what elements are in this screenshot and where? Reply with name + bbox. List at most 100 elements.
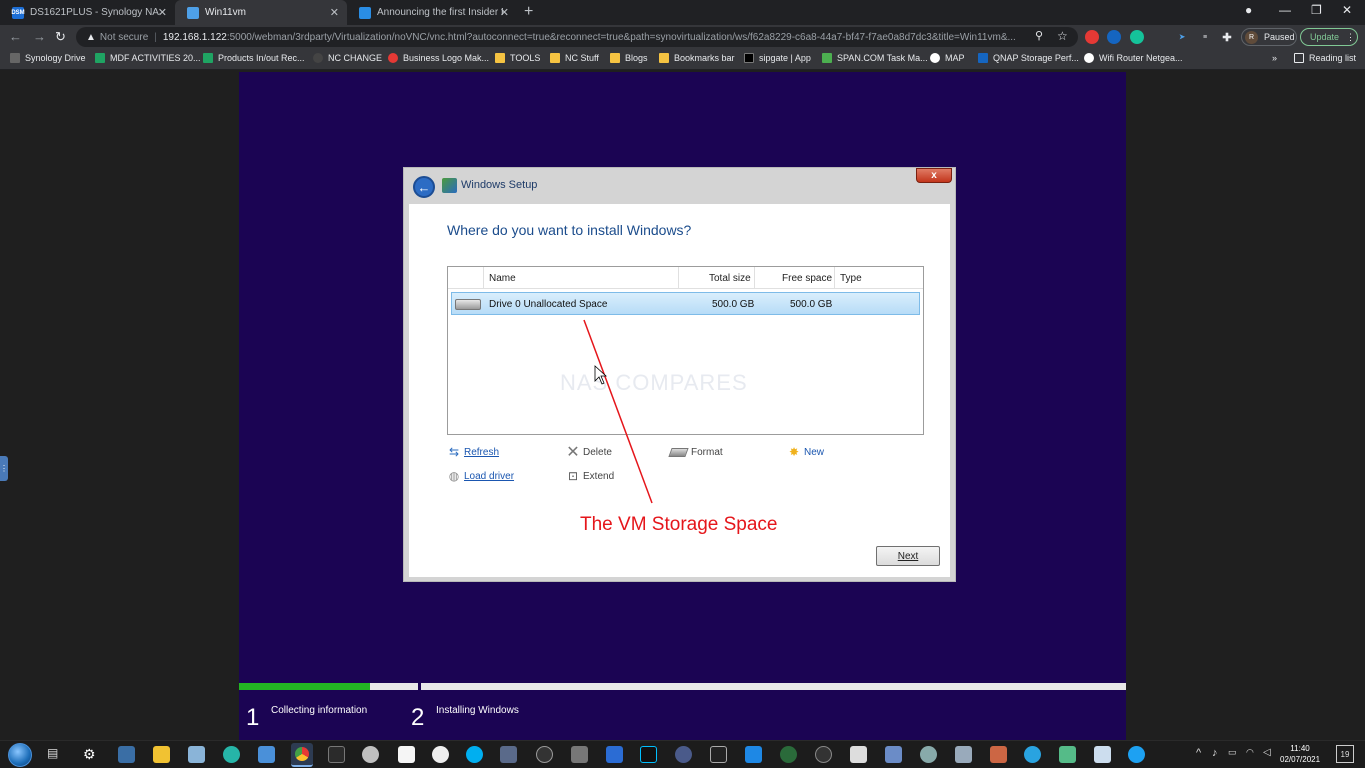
skype-icon[interactable] (466, 746, 483, 763)
network-app-icon[interactable] (955, 746, 972, 763)
microphone-icon[interactable]: ♪ (1212, 747, 1218, 759)
novnc-control-handle[interactable]: ⋮ (0, 456, 8, 481)
tab-synology-nas[interactable]: DSM DS1621PLUS - Synology NAS ✕ (0, 0, 175, 25)
tray-overflow-icon[interactable]: ^ (1196, 747, 1201, 759)
drive-row[interactable]: Drive 0 Unallocated Space 500.0 GB 500.0… (451, 292, 920, 315)
bookmark-tools[interactable]: TOOLS (495, 53, 540, 63)
back-icon[interactable]: ← (9, 29, 22, 44)
disc-app-icon[interactable] (362, 746, 379, 763)
cast-extension-icon[interactable]: ≡ (1198, 30, 1212, 44)
task-view-icon[interactable]: ▤ (47, 746, 64, 763)
bookmark-nc-stuff[interactable]: NC Stuff (550, 53, 599, 63)
grammarly-extension-icon[interactable] (1130, 30, 1144, 44)
format-button[interactable]: Format (667, 445, 723, 459)
extension-icon[interactable] (1107, 30, 1121, 44)
bookmark-products[interactable]: Products In/out Rec... (203, 53, 305, 63)
refresh-button[interactable]: ⇆ Refresh (447, 445, 499, 459)
outlook-app-icon[interactable] (1094, 746, 1111, 763)
profile-button[interactable]: R Paused (1241, 28, 1297, 46)
back-arrow-icon[interactable]: ← (413, 176, 435, 198)
new-partition-button[interactable]: ✸ New (787, 445, 824, 459)
file-explorer-icon[interactable] (153, 746, 170, 763)
extend-button[interactable]: ⊡ Extend (566, 469, 614, 483)
magnifier-app-icon[interactable] (328, 746, 345, 763)
wifi-icon[interactable]: ◠ (1246, 747, 1254, 758)
close-window-button[interactable]: ✕ (1342, 3, 1352, 17)
remote-desktop-icon[interactable] (500, 746, 517, 763)
volume-icon[interactable]: ◁ (1263, 747, 1271, 758)
document-app-icon[interactable] (398, 746, 415, 763)
iq-extension-icon[interactable] (1152, 30, 1166, 44)
tab-insider-preview[interactable]: Announcing the first Insider Pre ✕ (347, 0, 517, 25)
minimize-button[interactable]: — (1279, 3, 1291, 17)
bookmark-synology-drive[interactable]: Synology Drive (10, 53, 86, 63)
extensions-puzzle-icon[interactable]: ✚ (1220, 30, 1234, 44)
bookmark-label: Products In/out Rec... (218, 53, 305, 63)
bookmark-business-logo[interactable]: Business Logo Mak... (388, 53, 489, 63)
bookmark-sipgate[interactable]: sipgate | App (744, 53, 811, 63)
bird-app-icon[interactable] (920, 746, 937, 763)
send-extension-icon[interactable]: ➤ (1175, 30, 1189, 44)
notes-app-icon[interactable] (188, 746, 205, 763)
load-driver-button[interactable]: ◍ Load driver (447, 469, 514, 483)
epic-games-icon[interactable] (710, 746, 727, 763)
delete-button[interactable]: ✕ Delete (566, 444, 612, 461)
dialog-close-button[interactable]: x (916, 168, 952, 183)
bookmark-bookmarks-bar[interactable]: Bookmarks bar (659, 53, 735, 63)
clock-app-icon[interactable] (432, 746, 449, 763)
obs-icon[interactable] (536, 746, 553, 763)
sync-app-icon[interactable] (1024, 746, 1041, 763)
notification-center-button[interactable]: 19 (1336, 745, 1354, 763)
usb-app-icon[interactable] (571, 746, 588, 763)
paint-app-icon[interactable] (1059, 746, 1076, 763)
bookmark-wifi-router[interactable]: Wifi Router Netgea... (1084, 53, 1183, 63)
media-control-icon[interactable]: ● (1245, 3, 1252, 17)
calculator-icon[interactable] (118, 746, 135, 763)
restore-button[interactable]: ❐ (1311, 3, 1322, 17)
reload-icon[interactable]: ↻ (55, 29, 66, 45)
column-total-size[interactable]: Total size (709, 273, 751, 284)
forward-icon[interactable]: → (33, 29, 46, 44)
update-label: Update (1310, 32, 1340, 42)
bookmark-span-task[interactable]: SPAN.COM Task Ma... (822, 53, 928, 63)
close-tab-icon[interactable]: ✕ (330, 6, 339, 19)
tab-win11vm[interactable]: Win11vm ✕ (175, 0, 347, 25)
bookmark-map[interactable]: MAP (930, 53, 965, 63)
hard-drive-icon (455, 299, 481, 310)
bookmarks-overflow-button[interactable]: » (1272, 53, 1277, 63)
photos-app-icon[interactable] (885, 746, 902, 763)
update-button[interactable]: Update ⋮ (1300, 28, 1358, 46)
bookmark-star-icon[interactable]: ☆ (1057, 29, 1068, 43)
battery-icon[interactable]: ▭ (1228, 747, 1237, 758)
window-app-icon[interactable] (850, 746, 867, 763)
spreadsheet-app-icon[interactable] (990, 746, 1007, 763)
setup-progress-bar (239, 683, 1126, 690)
vscode-icon[interactable] (606, 746, 623, 763)
address-bar[interactable]: ▲ Not secure | 192.168.1.122 :5000/webma… (76, 27, 1078, 47)
column-type[interactable]: Type (840, 273, 862, 284)
column-free-space[interactable]: Free space (782, 273, 832, 284)
close-tab-icon[interactable]: ✕ (158, 6, 167, 19)
cloud-app-icon[interactable] (258, 746, 275, 763)
new-tab-button[interactable]: + (524, 3, 533, 21)
steam-icon[interactable] (815, 746, 832, 763)
adblock-extension-icon[interactable] (1085, 30, 1099, 44)
bookmark-qnap-storage[interactable]: QNAP Storage Perf... (978, 53, 1079, 63)
zoom-search-icon[interactable]: ⚲ (1035, 29, 1043, 42)
bookmark-nc-change[interactable]: NC CHANGE (313, 53, 382, 63)
reading-list-button[interactable]: Reading list (1294, 53, 1356, 63)
terminal-app-icon[interactable] (640, 746, 657, 763)
chart-app-icon[interactable] (780, 746, 797, 763)
bookmark-blogs[interactable]: Blogs (610, 53, 648, 63)
close-tab-icon[interactable]: ✕ (500, 6, 509, 19)
edge-icon[interactable] (1128, 746, 1145, 763)
search-app-icon[interactable] (223, 746, 240, 763)
bookmark-mdf-activities[interactable]: MDF ACTIVITIES 20... (95, 53, 201, 63)
start-button[interactable] (8, 743, 32, 767)
next-button[interactable]: Next (876, 546, 940, 566)
column-name[interactable]: Name (489, 273, 516, 284)
settings-gear-icon[interactable]: ⚙ (83, 746, 100, 763)
bolt-app-icon[interactable] (745, 746, 762, 763)
m-app-icon[interactable] (675, 746, 692, 763)
system-clock[interactable]: 11:40 02/07/2021 (1280, 743, 1320, 765)
